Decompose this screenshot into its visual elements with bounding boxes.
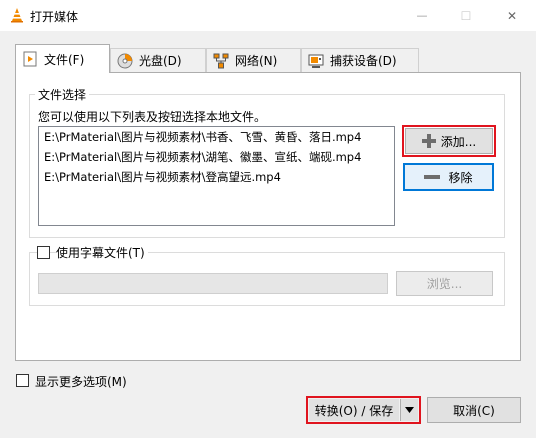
close-icon: ✕	[506, 8, 518, 23]
title-bar: 打开媒体 — ☐ ✕	[0, 0, 536, 31]
remove-button[interactable]: 移除	[403, 163, 494, 191]
vlc-cone-icon	[11, 8, 23, 23]
file-list[interactable]: E:\PrMaterial\图片与视频素材\书香、飞雪、黄昏、落日.mp4 E:…	[38, 126, 395, 226]
remove-button-label: 移除	[448, 170, 473, 185]
capture-device-icon	[308, 53, 324, 69]
tab-capture-label: 捕获设备(D)	[330, 54, 397, 68]
plus-icon	[421, 134, 436, 148]
subtitle-checkbox-label: 使用字幕文件(T)	[56, 244, 148, 261]
more-options-label: 显示更多选项(M)	[35, 375, 127, 389]
convert-dropdown-button[interactable]	[400, 399, 418, 421]
browse-button[interactable]: 浏览...	[396, 271, 493, 296]
tab-network[interactable]: 网络(N)	[206, 48, 301, 72]
cancel-button[interactable]: 取消(C)	[427, 397, 521, 423]
file-selection-title: 文件选择	[35, 86, 90, 103]
disc-icon	[117, 53, 133, 69]
file-hint: 您可以使用以下列表及按钮选择本地文件。	[38, 110, 267, 124]
minus-icon	[424, 175, 441, 179]
convert-save-label: 转换(O) / 保存	[314, 403, 394, 418]
tab-disc-label: 光盘(D)	[139, 54, 182, 68]
tab-file-label: 文件(F)	[44, 52, 85, 67]
minimize-icon: —	[416, 9, 428, 22]
subtitle-checkbox[interactable]	[37, 246, 50, 259]
minimize-button[interactable]: —	[403, 0, 441, 31]
window-title: 打开媒体	[30, 10, 79, 24]
more-options-checkbox[interactable]	[16, 374, 29, 387]
network-icon	[213, 53, 229, 69]
cancel-button-label: 取消(C)	[453, 403, 495, 418]
tab-capture[interactable]: 捕获设备(D)	[301, 48, 419, 72]
list-item[interactable]: E:\PrMaterial\图片与视频素材\湖笔、徽墨、宣纸、端砚.mp4	[39, 147, 394, 167]
add-button[interactable]: 添加...	[405, 128, 493, 154]
list-item[interactable]: E:\PrMaterial\图片与视频素材\书香、飞雪、黄昏、落日.mp4	[39, 127, 394, 147]
close-button[interactable]: ✕	[493, 0, 531, 31]
maximize-button[interactable]: ☐	[447, 0, 485, 31]
add-button-label: 添加...	[440, 134, 477, 149]
maximize-icon: ☐	[460, 8, 472, 23]
tab-network-label: 网络(N)	[235, 54, 278, 68]
dropdown-arrow-icon	[405, 407, 414, 413]
tab-disc[interactable]: 光盘(D)	[110, 48, 206, 72]
list-item[interactable]: E:\PrMaterial\图片与视频素材\登高望远.mp4	[39, 167, 394, 187]
convert-save-button[interactable]: 转换(O) / 保存	[309, 399, 399, 421]
tab-file[interactable]: 文件(F)	[15, 44, 110, 73]
browse-button-label: 浏览...	[426, 277, 463, 291]
file-play-icon	[22, 51, 38, 67]
subtitle-file-field	[38, 273, 388, 294]
